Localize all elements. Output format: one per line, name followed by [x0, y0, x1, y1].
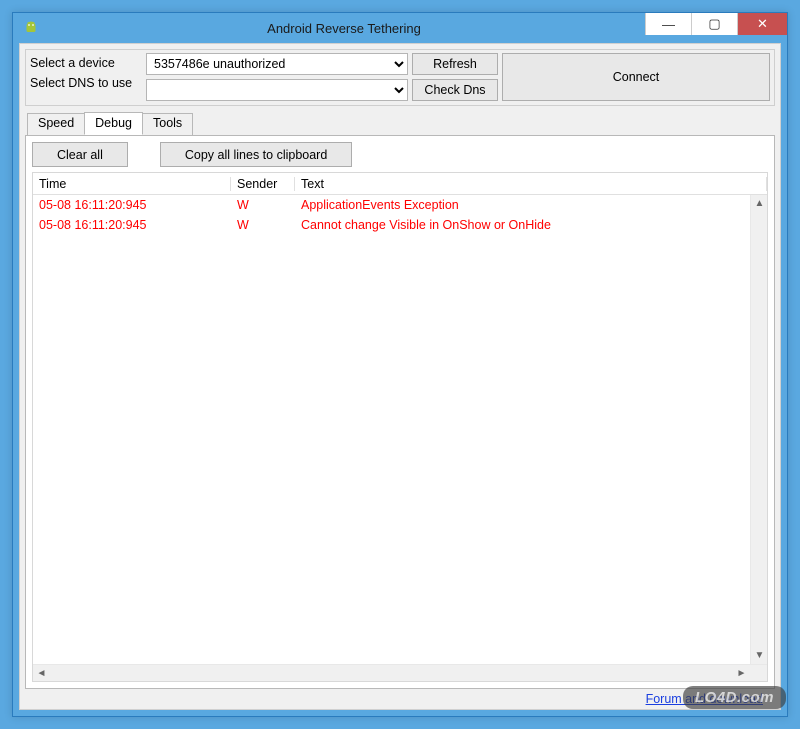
col-sender-header[interactable]: Sender	[231, 177, 295, 191]
debug-toolbar: Clear all Copy all lines to clipboard	[32, 142, 768, 167]
scroll-left-icon[interactable]: ◄	[33, 665, 50, 682]
scroll-up-icon[interactable]: ▲	[751, 195, 768, 212]
debug-tab-page: Clear all Copy all lines to clipboard Ti…	[25, 135, 775, 689]
col-time-header[interactable]: Time	[33, 177, 231, 191]
app-window: Android Reverse Tethering — ▢ ✕ Select a…	[12, 12, 788, 717]
close-button[interactable]: ✕	[737, 13, 787, 35]
app-icon	[19, 16, 43, 40]
device-label: Select a device	[30, 56, 142, 70]
cell-time: 05-08 16:11:20:945	[33, 198, 231, 212]
connection-panel: Select a device Select DNS to use 535748…	[25, 49, 775, 106]
col-text-header[interactable]: Text	[295, 177, 767, 191]
window-controls: — ▢ ✕	[645, 13, 787, 35]
copy-all-button[interactable]: Copy all lines to clipboard	[160, 142, 352, 167]
cell-sender: W	[231, 218, 295, 232]
cell-time: 05-08 16:11:20:945	[33, 218, 231, 232]
check-dns-button[interactable]: Check Dns	[412, 79, 498, 101]
cell-sender: W	[231, 198, 295, 212]
device-select[interactable]: 5357486e unauthorized	[146, 53, 408, 75]
titlebar[interactable]: Android Reverse Tethering — ▢ ✕	[13, 13, 787, 43]
table-row[interactable]: 05-08 16:11:20:945WApplicationEvents Exc…	[33, 195, 767, 215]
watermark: LO4D.com	[683, 686, 786, 709]
maximize-button[interactable]: ▢	[691, 13, 737, 35]
close-icon: ✕	[757, 16, 768, 32]
client-area: Select a device Select DNS to use 535748…	[19, 43, 781, 710]
connect-button[interactable]: Connect	[502, 53, 770, 101]
tabs: Speed Debug Tools	[25, 112, 775, 135]
grid-header: Time Sender Text	[33, 173, 767, 195]
minimize-icon: —	[662, 17, 675, 32]
tab-tools[interactable]: Tools	[142, 113, 193, 136]
cell-text: Cannot change Visible in OnShow or OnHid…	[295, 218, 767, 232]
vertical-scrollbar[interactable]: ▲ ▼	[750, 195, 767, 664]
refresh-button[interactable]: Refresh	[412, 53, 498, 75]
dns-label: Select DNS to use	[30, 76, 142, 90]
dns-select[interactable]	[146, 79, 408, 101]
horizontal-scrollbar[interactable]: ◄ ►	[33, 664, 767, 681]
tab-debug[interactable]: Debug	[84, 112, 143, 135]
clear-all-button[interactable]: Clear all	[32, 142, 128, 167]
grid-body[interactable]: 05-08 16:11:20:945WApplicationEvents Exc…	[33, 195, 767, 681]
cell-text: ApplicationEvents Exception	[295, 198, 767, 212]
maximize-icon: ▢	[708, 16, 720, 32]
table-row[interactable]: 05-08 16:11:20:945WCannot change Visible…	[33, 215, 767, 235]
scroll-right-icon[interactable]: ►	[733, 665, 750, 682]
scroll-down-icon[interactable]: ▼	[751, 647, 768, 664]
minimize-button[interactable]: —	[645, 13, 691, 35]
tab-speed[interactable]: Speed	[27, 113, 85, 136]
log-grid: Time Sender Text 05-08 16:11:20:945WAppl…	[32, 172, 768, 682]
footer: Forum and download	[25, 689, 775, 709]
window-title: Android Reverse Tethering	[43, 21, 645, 36]
